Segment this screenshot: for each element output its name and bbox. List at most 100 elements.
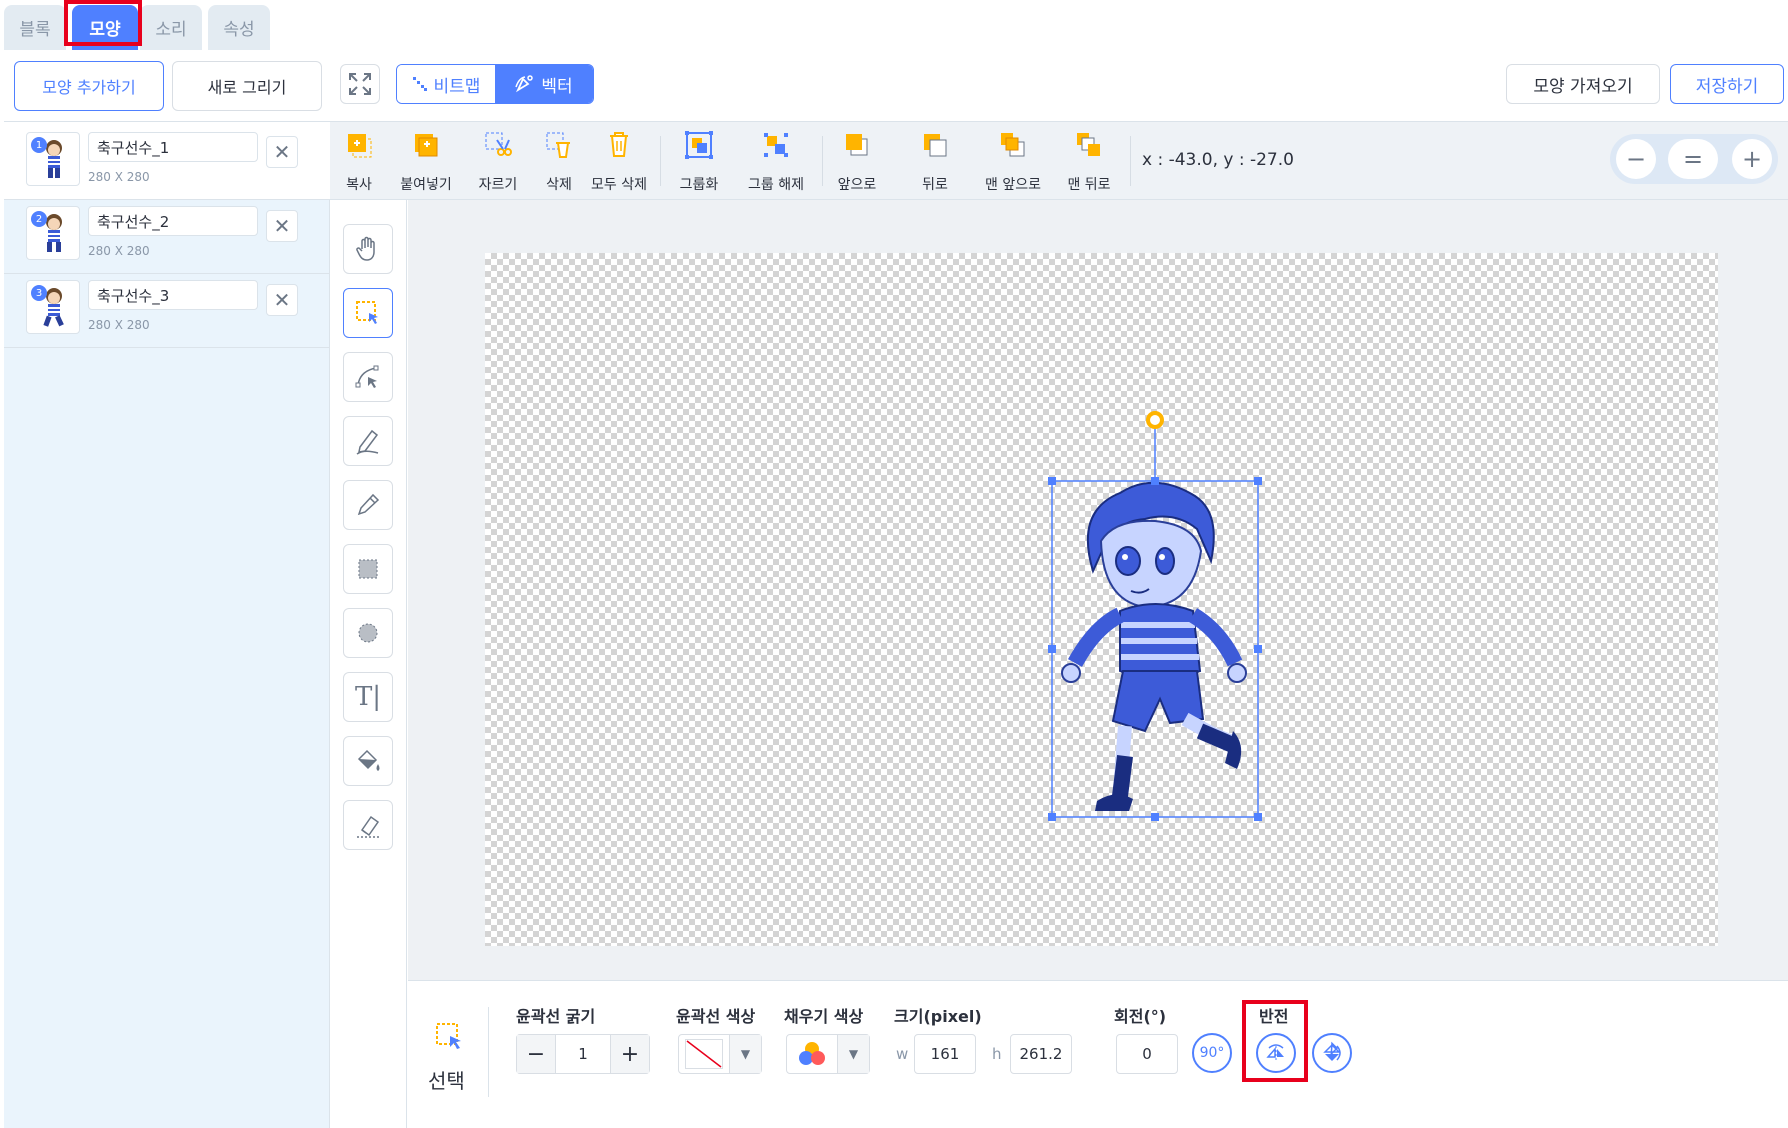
rectangle-tool-button[interactable] [343,544,393,594]
costume-name-input[interactable]: 축구선수_1 [88,132,258,162]
add-costume-button[interactable]: 모양 추가하기 [14,61,164,111]
rotate-90-button[interactable]: 90° [1192,1033,1232,1073]
copy-button[interactable]: 복사 [336,130,382,194]
select-icon [436,1023,461,1049]
vector-label: 벡터 [541,76,573,97]
pen-tool-button[interactable] [343,416,393,466]
fill-bucket-icon [357,749,380,771]
tab-blocks[interactable]: 블록 [4,5,66,50]
ellipse-tool-button[interactable] [343,608,393,658]
close-icon: ✕ [273,214,291,238]
costume-size: 280 X 280 [88,318,150,332]
costume-name-input[interactable]: 축구선수_2 [88,206,258,236]
zoom-reset-button[interactable]: = [1668,139,1718,179]
bring-to-front-icon [1001,133,1025,157]
delete-icon [546,132,570,158]
costume-thumbnail: 3 [26,280,80,334]
save-button[interactable]: 저장하기 [1670,64,1784,104]
import-costume-button[interactable]: 모양 가져오기 [1506,64,1660,104]
zoom-out-button[interactable]: − [1616,139,1656,179]
soccer-player-sprite[interactable] [1025,401,1285,821]
vector-mode-button[interactable]: 벡터 [495,65,593,103]
path-select-icon [355,365,379,388]
chevron-down-icon[interactable]: ▼ [837,1035,869,1073]
costume-thumbnail: 1 [26,132,80,186]
hand-tool-button[interactable] [343,224,393,274]
costume-number: 3 [31,285,47,301]
width-input[interactable]: 161 [914,1034,976,1074]
delete-all-button[interactable]: 모두 삭제 [586,130,652,194]
group-label: 그룹화 [679,177,719,193]
stroke-width-decrease-button[interactable]: − [517,1035,555,1073]
ungroup-button[interactable]: 그룹 해제 [736,130,816,194]
no-color-icon [685,1039,723,1069]
tab-sounds[interactable]: 소리 [140,5,202,50]
stroke-width-increase-button[interactable]: + [611,1035,649,1073]
eraser-tool-button[interactable] [343,800,393,850]
bring-to-front-label: 맨 앞으로 [985,177,1041,193]
paste-label: 붙여넣기 [400,177,452,193]
flip-horizontal-button[interactable] [1256,1033,1296,1073]
send-to-back-button[interactable]: 맨 뒤로 [1056,130,1122,194]
bring-forward-icon [846,134,868,156]
costume-item[interactable]: 3 축구선수_3 280 X 280 ✕ [4,270,330,348]
rotation-input[interactable]: 0 [1116,1034,1178,1074]
tab-properties[interactable]: 속성 [208,5,270,50]
costume-size: 280 X 280 [88,244,150,258]
paste-icon [415,134,438,157]
hand-icon [356,236,375,261]
flip-vertical-button[interactable] [1312,1033,1352,1073]
pencil-tool-button[interactable] [343,480,393,530]
text-tool-button[interactable]: T| [343,672,393,722]
toolbar-divider [660,136,661,186]
bring-to-front-button[interactable]: 맨 앞으로 [972,130,1054,194]
costume-item[interactable]: 1 축구선수_1 280 X 280 ✕ [4,122,330,200]
delete-button[interactable]: 삭제 [536,130,582,194]
new-drawing-button[interactable]: 새로 그리기 [172,61,322,111]
mode-toggle: 비트맵 벡터 [396,64,594,104]
delete-costume-button[interactable]: ✕ [266,210,298,242]
bitmap-icon [412,77,427,91]
costume-thumbnail: 2 [26,206,80,260]
select-tool-button[interactable] [343,288,393,338]
stroke-width-input[interactable]: 1 [555,1035,611,1073]
send-backward-button[interactable]: 뒤로 [902,130,968,194]
delete-costume-button[interactable]: ✕ [266,136,298,168]
zoom-in-button[interactable]: + [1732,139,1772,179]
eraser-icon [357,815,380,838]
group-button[interactable]: 그룹화 [666,130,732,194]
editor-header: 비트맵 벡터 모양 가져오기 저장하기 [330,50,1788,122]
toolbar-divider [822,136,823,186]
send-to-back-icon [1077,133,1100,156]
height-label: h [992,1045,1002,1063]
flip-vertical-icon [1323,1041,1341,1061]
bring-forward-button[interactable]: 앞으로 [824,130,890,194]
height-input[interactable]: 261.2 [1010,1034,1072,1074]
costume-item[interactable]: 2 축구선수_2 280 X 280 ✕ [4,196,330,274]
scissors-icon [485,132,512,156]
paste-button[interactable]: 붙여넣기 [386,130,466,194]
fill-tool-button[interactable] [343,736,393,786]
tab-costumes[interactable]: 모양 [72,5,138,50]
chevron-down-icon[interactable]: ▼ [729,1035,761,1073]
ungroup-label: 그룹 해제 [748,177,804,193]
stroke-width-stepper: − 1 + [516,1034,650,1074]
drawing-canvas[interactable] [485,253,1718,946]
path-select-tool-button[interactable] [343,352,393,402]
cut-button[interactable]: 자르기 [468,130,528,194]
costume-panel-header: 모양 추가하기 새로 그리기 [4,50,330,122]
bitmap-mode-button[interactable]: 비트맵 [397,65,495,103]
delete-costume-button[interactable]: ✕ [266,284,298,316]
close-icon: ✕ [273,140,291,164]
palette-swatch [787,1035,837,1073]
stroke-color-picker[interactable]: ▼ [678,1034,762,1074]
fullscreen-button[interactable] [340,64,380,104]
close-icon: ✕ [273,288,291,312]
cursor-coordinates: x : -43.0, y : -27.0 [1142,150,1294,170]
costume-name-input[interactable]: 축구선수_3 [88,280,258,310]
costume-size: 280 X 280 [88,170,150,184]
pencil-icon [357,493,380,516]
bitmap-label: 비트맵 [433,76,481,97]
edit-toolbar: 복사 붙여넣기 자르기 삭제 모두 삭제 그룹화 그룹 해제 앞으로 뒤로 맨 … [330,122,1788,200]
fill-color-picker[interactable]: ▼ [786,1034,870,1074]
